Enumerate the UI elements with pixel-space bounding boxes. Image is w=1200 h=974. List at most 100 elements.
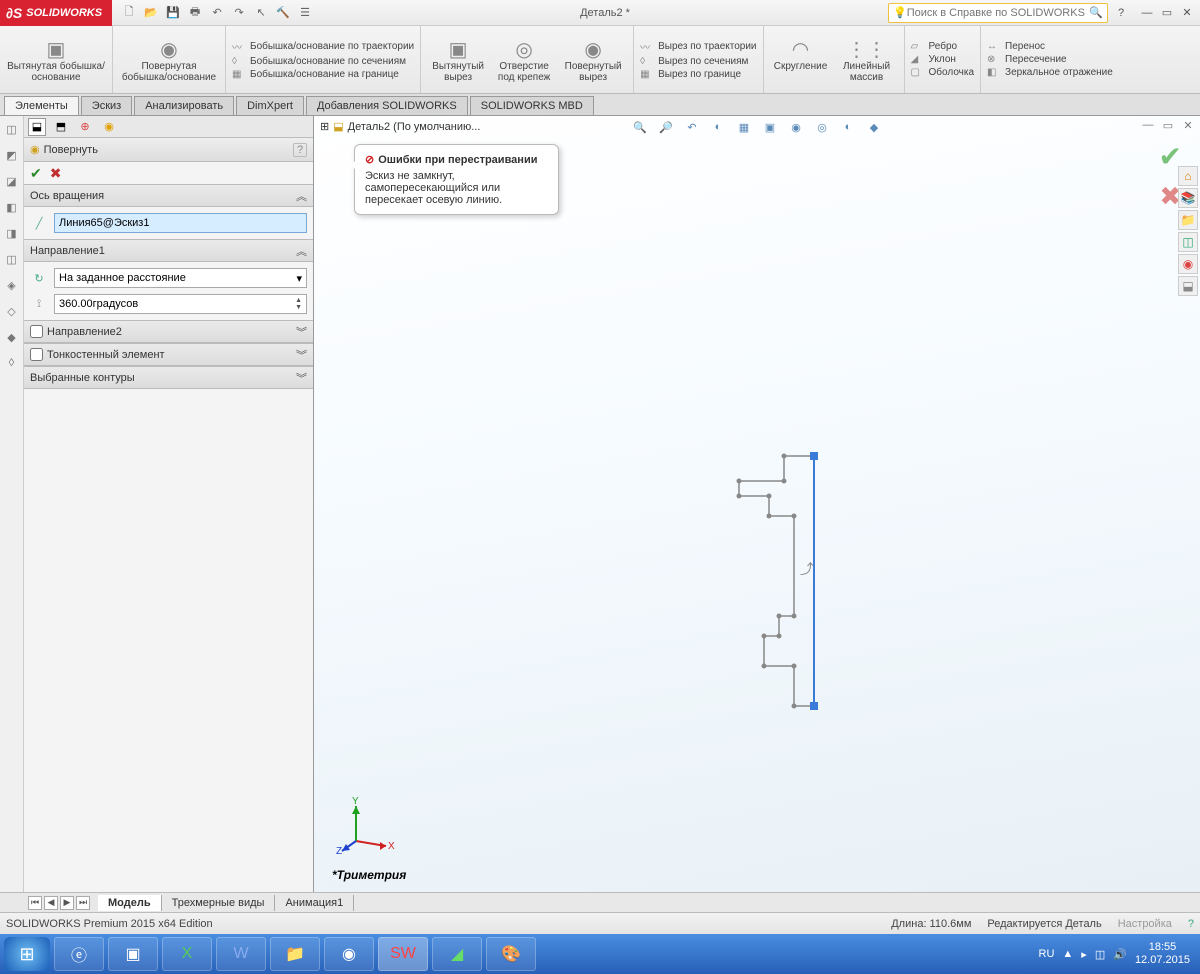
taskpane-view-icon[interactable]: ◫	[1178, 232, 1198, 252]
help-search-input[interactable]	[907, 7, 1090, 19]
doc-maximize-icon[interactable]: ▭	[1160, 118, 1176, 132]
view-orientation-icon[interactable]: ▦	[735, 118, 753, 136]
cmd-boundary-boss[interactable]: ▦Бобышка/основание на границе	[232, 69, 414, 80]
cmd-move[interactable]: ↔Перенос	[987, 41, 1113, 52]
cmd-revolve-boss[interactable]: ◉Повернутая бобышка/основание	[119, 37, 219, 83]
options-icon[interactable]: ☰	[296, 4, 314, 22]
tool-icon[interactable]: ◪	[3, 172, 21, 190]
pm-section-axis[interactable]: Ось вращения︽	[24, 185, 313, 207]
pm-tab-feature-icon[interactable]: ⬓	[28, 118, 46, 136]
save-icon[interactable]: 💾	[164, 4, 182, 22]
help-search[interactable]: 💡 🔍	[888, 3, 1108, 23]
tray-lang[interactable]: RU	[1039, 948, 1055, 960]
section-view-icon[interactable]: ◐	[709, 118, 727, 136]
cmd-extrude-boss[interactable]: ▣Вытянутая бобышка/основание	[6, 37, 106, 83]
tool-icon[interactable]: ◈	[3, 276, 21, 294]
tab-mbd[interactable]: SOLIDWORKS MBD	[470, 96, 594, 115]
cmd-intersect[interactable]: ⊗Пересечение	[987, 54, 1113, 65]
tab-nav-last-icon[interactable]: ⏭	[76, 896, 90, 910]
thin-checkbox[interactable]	[30, 348, 43, 361]
tray-flag-icon[interactable]: ▸	[1081, 948, 1087, 961]
feature-tree-flyout[interactable]: ⊞ ⬓ Деталь2 (По умолчанию...	[320, 120, 480, 133]
cmd-sweep-cut[interactable]: 〰Вырез по траектории	[640, 39, 756, 54]
previous-view-icon[interactable]: ↶	[683, 118, 701, 136]
cmd-boundary-cut[interactable]: ▦Вырез по границе	[640, 69, 756, 80]
pm-tab-display-icon[interactable]: ⊕	[76, 118, 94, 136]
pm-section-contours[interactable]: Выбранные контуры︾	[24, 367, 313, 389]
taskbar-solidworks[interactable]: SW	[378, 937, 428, 971]
tool-icon[interactable]: ◇	[3, 302, 21, 320]
cmd-loft-boss[interactable]: ◊Бобышка/основание по сечениям	[232, 56, 414, 67]
search-icon[interactable]: 🔍	[1089, 6, 1103, 19]
tool-icon[interactable]: ◩	[3, 146, 21, 164]
expand-icon[interactable]: ⊞	[320, 120, 329, 133]
tray-clock[interactable]: 18:55 12.07.2015	[1135, 941, 1190, 967]
taskbar-ie[interactable]: ⓔ	[54, 937, 104, 971]
cmd-loft-cut[interactable]: ◊Вырез по сечениям	[640, 56, 756, 67]
tab-evaluate[interactable]: Анализировать	[134, 96, 234, 115]
hide-show-icon[interactable]: ◉	[787, 118, 805, 136]
maximize-icon[interactable]: ▭	[1158, 5, 1176, 21]
dir2-checkbox[interactable]	[30, 325, 43, 338]
spin-buttons[interactable]: ▲▼	[295, 297, 302, 311]
tab-features[interactable]: Элементы	[4, 96, 79, 115]
pm-ok-icon[interactable]: ✔	[30, 165, 42, 182]
tab-nav-prev-icon[interactable]: ◀	[44, 896, 58, 910]
reverse-direction-icon[interactable]: ↻	[30, 269, 48, 287]
taskbar-explorer[interactable]: 📁	[270, 937, 320, 971]
tab-nav-first-icon[interactable]: ⏮	[28, 896, 42, 910]
cmd-shell[interactable]: ▢Оболочка	[911, 67, 975, 78]
pm-tab-appearance-icon[interactable]: ◉	[100, 118, 118, 136]
taskbar-excel[interactable]: X	[162, 937, 212, 971]
scene-icon[interactable]: ◎	[813, 118, 831, 136]
angle-input[interactable]: 360.00градусов ▲▼	[54, 294, 307, 314]
cmd-rib[interactable]: ▱Ребро	[911, 41, 975, 52]
model-tab-3dviews[interactable]: Трехмерные виды	[162, 895, 276, 911]
model-tab-model[interactable]: Модель	[98, 895, 162, 911]
help-icon[interactable]: ?	[1112, 5, 1130, 21]
tray-up-icon[interactable]: ▲	[1062, 948, 1073, 960]
cmd-linear-pattern[interactable]: ⋮⋮Линейный массив	[836, 37, 898, 83]
cmd-revolve-cut[interactable]: ◉Повернутый вырез	[559, 37, 627, 83]
status-customize[interactable]: Настройка	[1118, 918, 1172, 930]
appearance-icon[interactable]: ◐	[839, 118, 857, 136]
minimize-icon[interactable]: —	[1138, 5, 1156, 21]
tool-icon[interactable]: ◫	[3, 250, 21, 268]
start-button[interactable]: ⊞	[4, 937, 50, 971]
pm-help-icon[interactable]: ?	[293, 143, 307, 157]
cmd-fillet[interactable]: ◠Скругление	[770, 37, 832, 83]
taskpane-home-icon[interactable]: ⌂	[1178, 166, 1198, 186]
redo-icon[interactable]: ↷	[230, 4, 248, 22]
pm-cancel-icon[interactable]: ✖	[50, 165, 62, 182]
pm-section-dir1[interactable]: Направление1︽	[24, 240, 313, 262]
cmd-draft[interactable]: ◢Уклон	[911, 54, 975, 65]
taskbar-media[interactable]: ▣	[108, 937, 158, 971]
tab-addins[interactable]: Добавления SOLIDWORKS	[306, 96, 468, 115]
close-icon[interactable]: ✕	[1178, 5, 1196, 21]
taskbar-app[interactable]: ◢	[432, 937, 482, 971]
zoom-area-icon[interactable]: 🔎	[657, 118, 675, 136]
tab-dimxpert[interactable]: DimXpert	[236, 96, 304, 115]
cmd-hole-wizard[interactable]: ◎Отверстие под крепеж	[493, 37, 555, 83]
rebuild-icon[interactable]: 🔨	[274, 4, 292, 22]
taskbar-paint[interactable]: 🎨	[486, 937, 536, 971]
taskpane-explorer-icon[interactable]: 📁	[1178, 210, 1198, 230]
tool-icon[interactable]: ◫	[3, 120, 21, 138]
zoom-fit-icon[interactable]: 🔍	[631, 118, 649, 136]
model-tab-animation[interactable]: Анимация1	[275, 895, 354, 911]
open-icon[interactable]: 📂	[142, 4, 160, 22]
cmd-sweep-boss[interactable]: 〰Бобышка/основание по траектории	[232, 39, 414, 54]
tray-network-icon[interactable]: ◫	[1095, 948, 1105, 961]
display-style-icon[interactable]: ▣	[761, 118, 779, 136]
select-icon[interactable]: ↖	[252, 4, 270, 22]
doc-minimize-icon[interactable]: —	[1140, 118, 1156, 132]
pm-tab-config-icon[interactable]: ⬒	[52, 118, 70, 136]
cmd-mirror[interactable]: ◧Зеркальное отражение	[987, 67, 1113, 78]
tab-nav-next-icon[interactable]: ▶	[60, 896, 74, 910]
status-help-icon[interactable]: ?	[1188, 918, 1194, 930]
taskbar-word[interactable]: W	[216, 937, 266, 971]
tool-icon[interactable]: ◊	[3, 354, 21, 372]
tool-icon[interactable]: ◆	[3, 328, 21, 346]
print-icon[interactable]: 🖶	[186, 4, 204, 22]
tray-volume-icon[interactable]: 🔊	[1113, 948, 1127, 961]
